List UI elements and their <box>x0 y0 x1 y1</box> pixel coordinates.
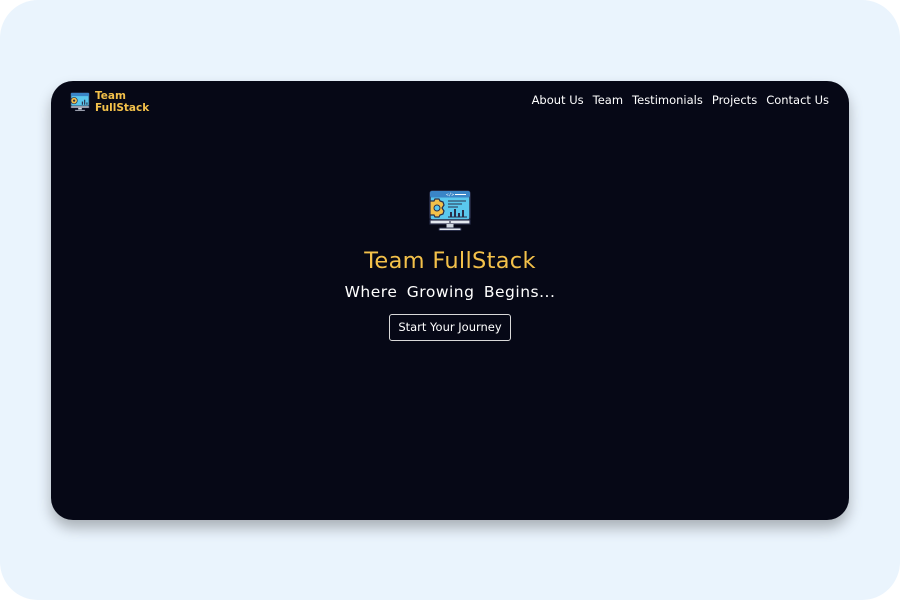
hero-tagline: Where Growing Begins... <box>344 283 556 301</box>
nav-link-contact-us[interactable]: Contact Us <box>766 93 829 107</box>
website-window: Team FullStack About Us Team Testimonial… <box>51 81 849 520</box>
brand-logo[interactable]: Team FullStack <box>70 90 149 114</box>
hero-section: </> Team FullStack Where Growing Begins.… <box>51 189 849 341</box>
nav-link-team[interactable]: Team <box>593 93 623 107</box>
nav-link-projects[interactable]: Projects <box>712 93 757 107</box>
monitor-gear-icon <box>70 92 90 112</box>
monitor-gear-icon: </> <box>429 190 471 231</box>
hero-title: Team FullStack <box>364 248 536 274</box>
brand-name: Team FullStack <box>95 90 149 114</box>
svg-text:</>: </> <box>446 192 454 198</box>
nav-link-about-us[interactable]: About Us <box>532 93 584 107</box>
brand-name-line1: Team <box>95 90 126 102</box>
page-background: Team FullStack About Us Team Testimonial… <box>0 0 900 600</box>
brand-name-line2: FullStack <box>95 102 150 114</box>
nav-link-testimonials[interactable]: Testimonials <box>632 93 703 107</box>
top-nav: About Us Team Testimonials Projects Cont… <box>532 93 829 107</box>
start-journey-button[interactable]: Start Your Journey <box>389 314 511 341</box>
